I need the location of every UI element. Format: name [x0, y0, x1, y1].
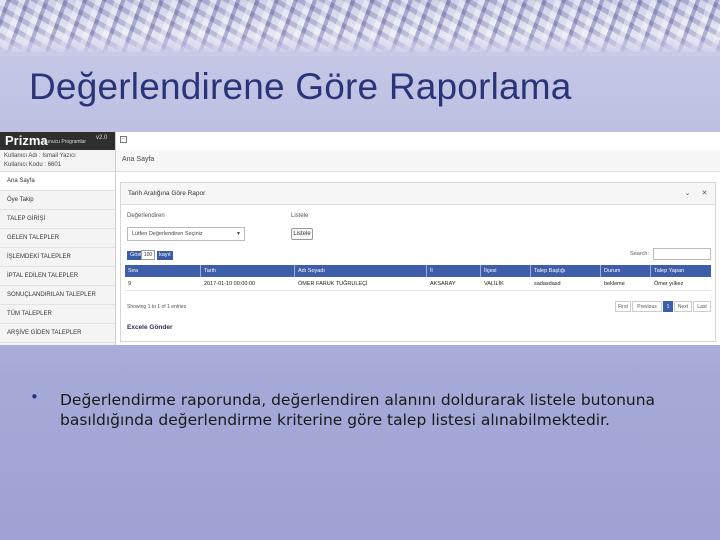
cell-subject: sadasdasd — [534, 281, 561, 287]
evaluator-select-value: Lütfen Değerlendiren Seçiniz — [132, 231, 203, 237]
slide-title: Değerlendirene Göre Raporlama — [29, 66, 572, 107]
sidebar-toggle-icon[interactable]: − — [120, 136, 127, 143]
user-info: Kullanıcı Adı : Ismail Yazıcı Kullanıcı … — [0, 150, 115, 172]
cell-requester: Ömer yılkez — [654, 281, 684, 287]
page-length-suffix: kayıt — [157, 251, 173, 260]
sidebar-item-concluded[interactable]: SONUÇLANDIRILAN TALEPLER — [0, 286, 115, 305]
user-name: Kullanıcı Adı : Ismail Yazıcı — [4, 153, 76, 159]
pager-current[interactable]: 1 — [663, 301, 673, 312]
column-header-requester[interactable]: Talep Yapan — [651, 265, 711, 277]
cell-province: AKSARAY — [430, 281, 456, 287]
sidebar-item-cancelled[interactable]: İPTAL EDİLEN TALEPLER — [0, 267, 115, 286]
bullet-icon: • — [30, 388, 39, 406]
column-header-date[interactable]: Tarih — [201, 265, 295, 277]
column-header-province[interactable]: İl — [427, 265, 481, 277]
pager-first[interactable]: First — [615, 301, 631, 312]
breadcrumb[interactable]: Ana Sayfa — [122, 156, 154, 163]
sidebar: Prizma Sunucu Programlar v2.0 Kullanıcı … — [0, 132, 116, 345]
export-excel-button[interactable]: Excele Gönder — [127, 324, 173, 331]
table-row[interactable]: 9 2017-01-10 00:00:00 ÖMER FARUK TUĞRULE… — [125, 277, 711, 291]
slide-bullet-text: Değerlendirme raporunda, değerlendiren a… — [60, 391, 656, 429]
sidebar-item-in-progress[interactable]: İŞLEMDEKİ TALEPLER — [0, 248, 115, 267]
pager-next[interactable]: Next — [674, 301, 692, 312]
collapse-chevron-icon[interactable]: ⌄ — [682, 188, 693, 199]
sidebar-item-request-entry[interactable]: TALEP GİRİŞİ — [0, 210, 115, 229]
cell-status: bekleme — [604, 281, 625, 287]
brand-subtitle: Sunucu Programlar — [43, 139, 87, 145]
user-code: Kullanıcı Kodu : 6601 — [4, 162, 62, 168]
table-info: Showing 1 to 1 of 1 entries — [127, 304, 187, 310]
panel-header: Tarih Aralığına Göre Rapor ⌄ ✕ — [121, 183, 715, 205]
panel-title: Tarih Aralığına Göre Rapor — [128, 190, 206, 197]
sidebar-item-incoming[interactable]: GELEN TALEPLER — [0, 229, 115, 248]
column-header-no[interactable]: Sıra — [125, 265, 201, 277]
evaluator-select[interactable]: Lütfen Değerlendiren Seçiniz ▼ — [127, 227, 245, 241]
close-icon[interactable]: ✕ — [699, 188, 710, 199]
sidebar-item-all[interactable]: TÜM TALEPLER — [0, 305, 115, 324]
brand-bar: Prizma Sunucu Programlar v2.0 — [0, 132, 115, 150]
column-header-district[interactable]: İlçesi — [481, 265, 531, 277]
banner-fade — [0, 34, 720, 56]
cell-district: VALİLİK — [484, 281, 504, 287]
cell-no: 9 — [128, 281, 132, 287]
cell-date: 2017-01-10 00:00:00 — [204, 281, 256, 287]
column-header-subject[interactable]: Talep Başlığı — [531, 265, 601, 277]
list-button[interactable]: Listele — [291, 228, 313, 240]
evaluator-label: Değerlendiren — [127, 213, 165, 219]
page-length-select[interactable]: 100 — [141, 250, 155, 260]
cell-name: ÖMER FARUK TUĞRULEÇİ — [298, 281, 368, 287]
report-panel: Tarih Aralığına Göre Rapor ⌄ ✕ Değerlend… — [120, 182, 716, 342]
pager-previous[interactable]: Previous — [632, 301, 662, 312]
column-header-status[interactable]: Durum — [601, 265, 651, 277]
dropdown-caret-icon: ▼ — [236, 231, 241, 237]
list-label: Listele — [291, 213, 309, 219]
column-header-name[interactable]: Adı Soyadı — [295, 265, 427, 277]
pager-last[interactable]: Last — [693, 301, 711, 312]
sidebar-item-home[interactable]: Ana Sayfa — [0, 172, 115, 191]
search-label: Search: — [630, 251, 649, 257]
sidebar-item-tracking[interactable]: Öye Takip — [0, 191, 115, 210]
app-version: v2.0 — [96, 135, 108, 141]
brand-logo: Prizma — [5, 133, 48, 148]
sidebar-item-archived[interactable]: ARŞİVE GİDEN TALEPLER — [0, 324, 115, 343]
app-screenshot: Prizma Sunucu Programlar v2.0 Kullanıcı … — [0, 132, 720, 345]
top-bar: Ana Sayfa — [116, 150, 720, 172]
table-header: Sıra Tarih Adı Soyadı İl İlçesi Talep Ba… — [125, 265, 711, 277]
search-input[interactable] — [653, 248, 711, 260]
